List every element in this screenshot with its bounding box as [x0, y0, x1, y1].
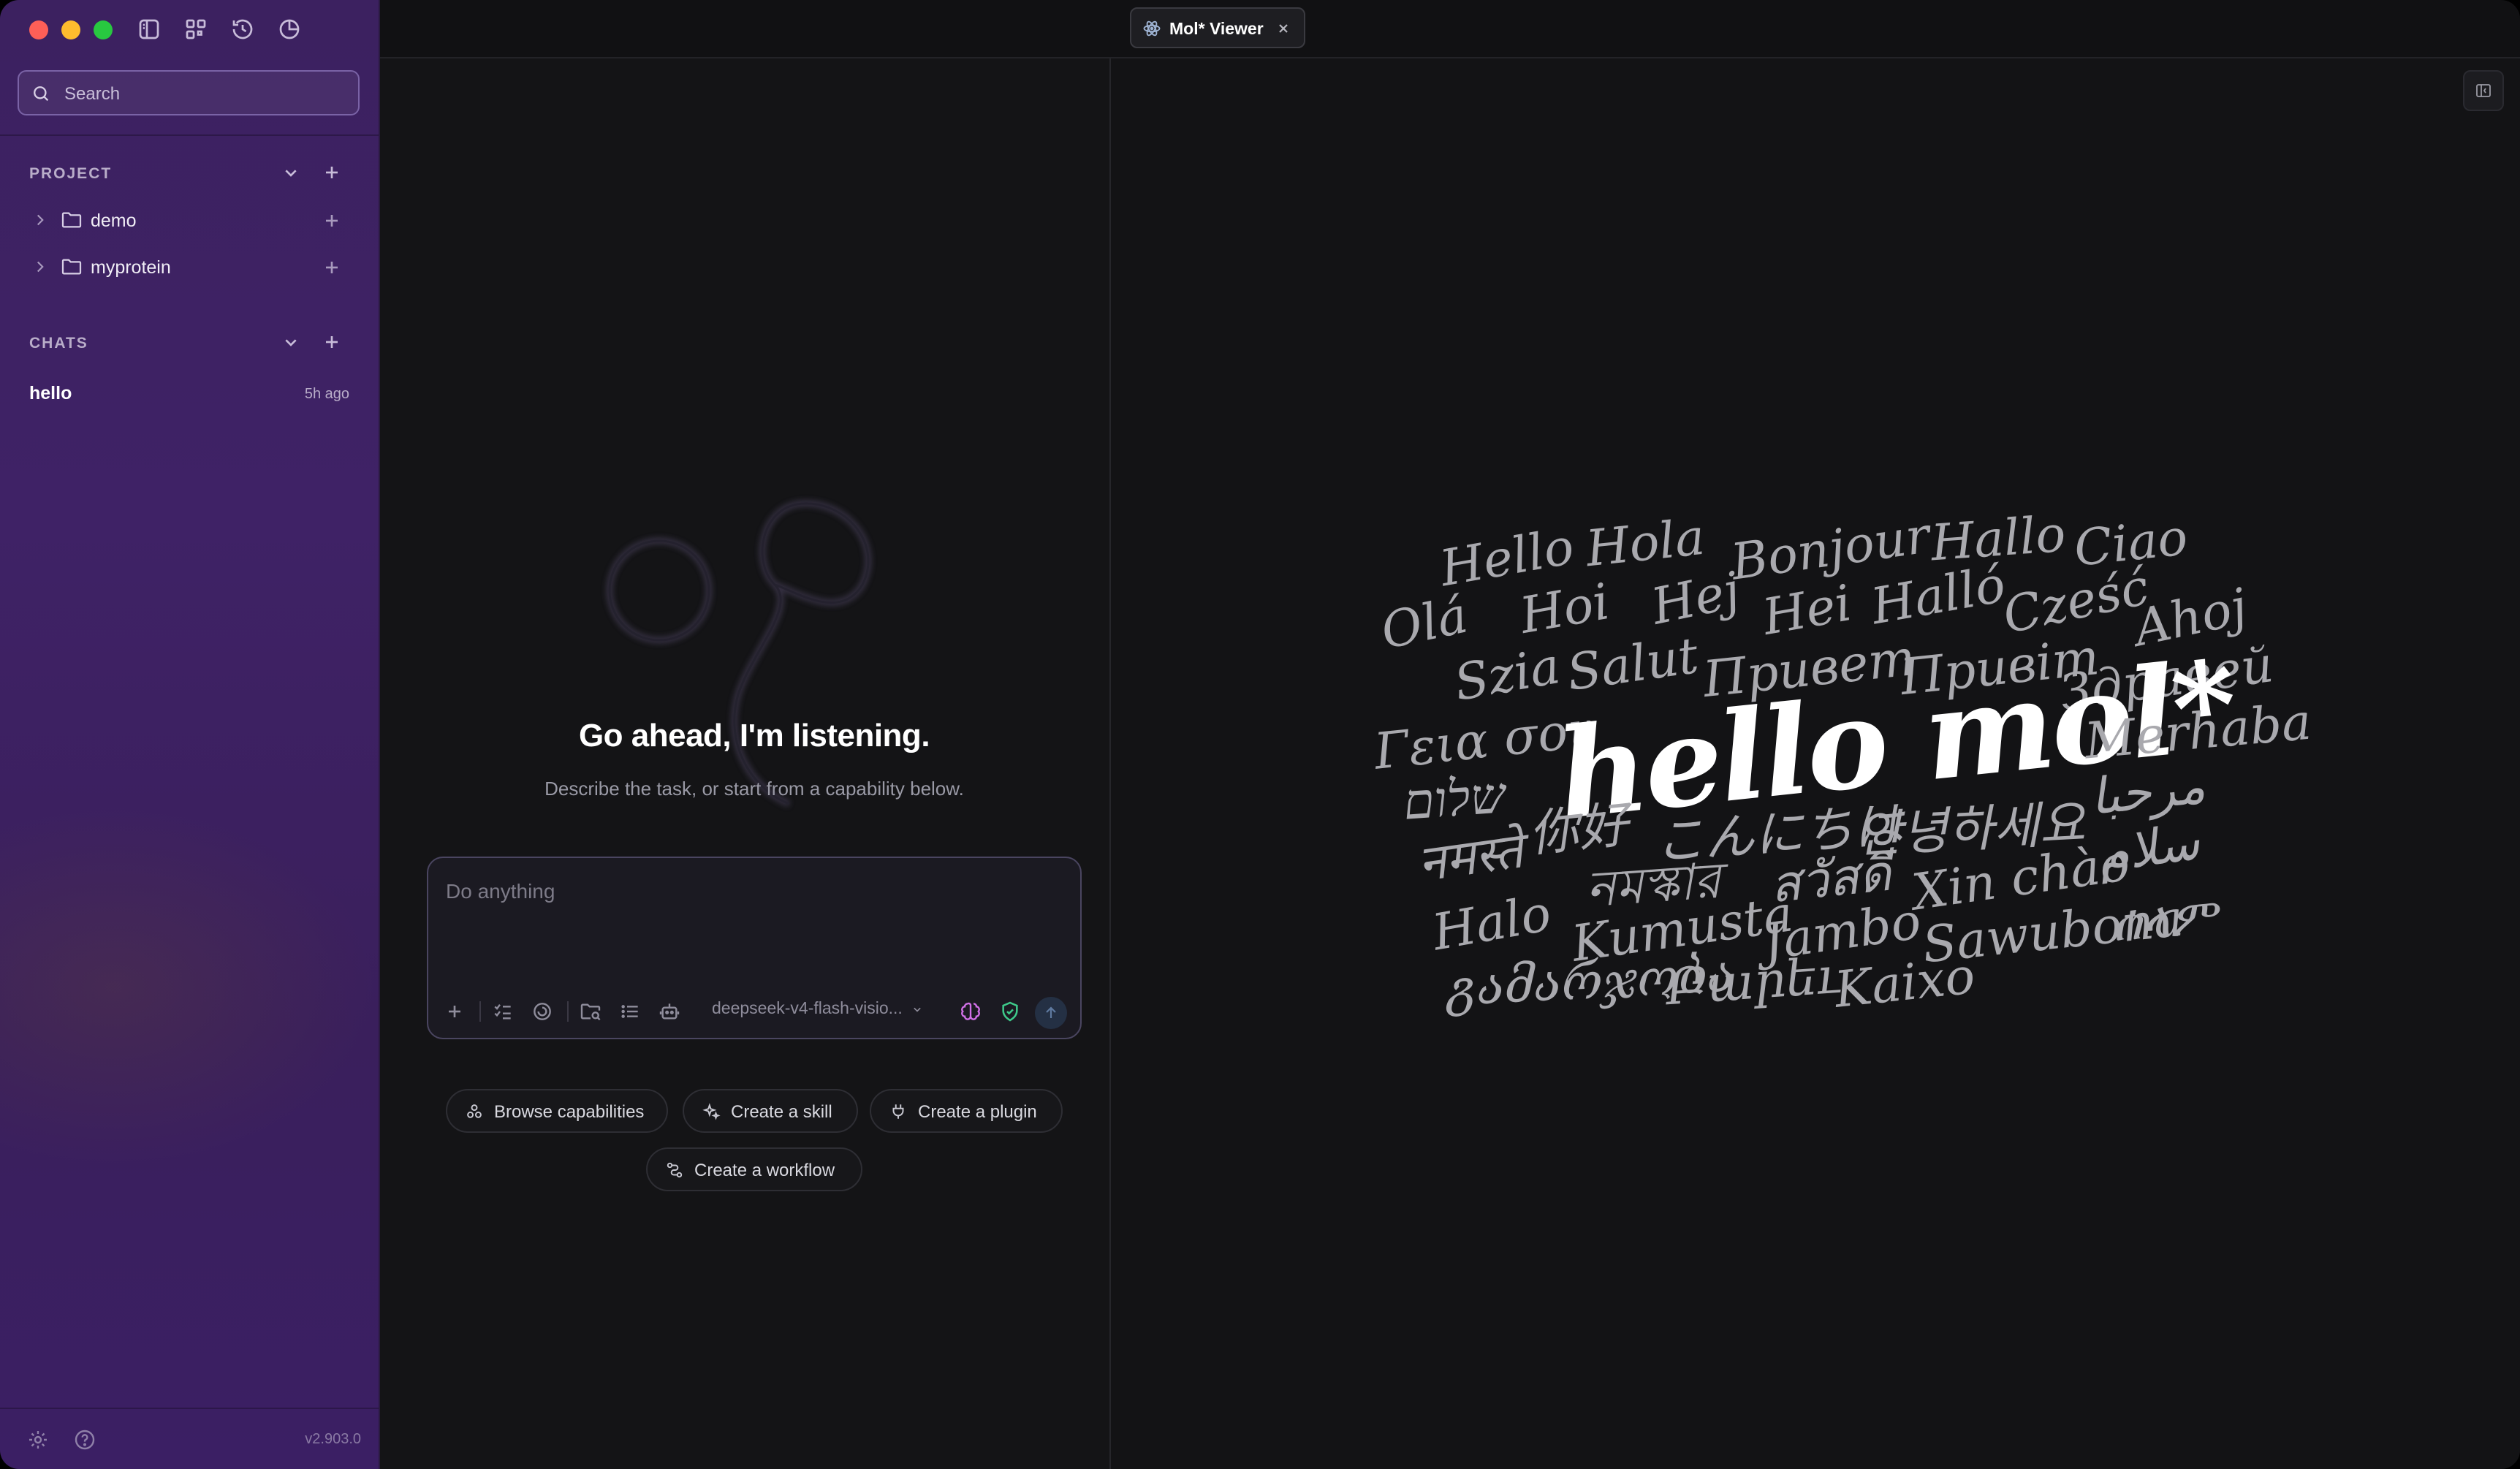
plus-icon[interactable] — [320, 209, 344, 232]
sidebar-toggle-icon[interactable] — [136, 16, 162, 42]
workflow-icon — [667, 1162, 683, 1178]
prompt-input[interactable] — [444, 878, 1061, 947]
chat-item-hello[interactable]: hello 5h ago — [0, 377, 379, 409]
chip-label: Create a plugin — [918, 1102, 1037, 1122]
greeting-word: Hoi — [1515, 573, 1614, 646]
brain-icon[interactable] — [959, 1000, 982, 1023]
composer-separator — [479, 1001, 481, 1022]
send-button[interactable] — [1035, 997, 1067, 1029]
chip-label: Browse capabilities — [494, 1102, 645, 1122]
sidebar-footer-divider — [0, 1408, 379, 1409]
folder-icon — [61, 259, 82, 275]
create-plugin-button[interactable]: Create a plugin — [870, 1089, 1063, 1133]
chevron-down-icon[interactable] — [279, 161, 303, 184]
robot-icon[interactable] — [658, 1000, 681, 1023]
grid-icon[interactable] — [183, 16, 209, 42]
project-item-label: myprotein — [91, 257, 171, 278]
chat-hero-subtitle: Describe the task, or start from a capab… — [544, 778, 964, 800]
chats-section-title: CHATS — [29, 335, 88, 352]
greeting-word: Halo — [1428, 884, 1556, 963]
chevron-down-icon — [914, 1007, 921, 1012]
minimize-window-button[interactable] — [61, 20, 80, 39]
greeting-word: Szia — [1450, 637, 1565, 713]
settings-icon[interactable] — [26, 1428, 50, 1451]
greeting-word: Hej — [1647, 561, 1745, 637]
history-icon[interactable] — [229, 16, 256, 42]
panel-icon — [2476, 84, 2491, 97]
arrow-up-icon — [1046, 1006, 1056, 1018]
project-item-myprotein[interactable]: myprotein — [0, 247, 379, 288]
chip-label: Create a workflow — [694, 1161, 835, 1180]
sidebar-divider — [0, 134, 379, 136]
app-window: PROJECT demo myprotein CHATS hello — [0, 0, 2520, 1469]
greeting-word: 你好 — [1526, 796, 1631, 864]
checklist-icon[interactable] — [491, 1000, 515, 1023]
greeting-word: Բարեւ — [1664, 946, 1843, 1017]
chat-item-time: 5h ago — [304, 386, 349, 402]
chevron-right-icon[interactable] — [31, 257, 50, 276]
browse-capabilities-button[interactable]: Browse capabilities — [446, 1089, 668, 1133]
folder-icon — [61, 212, 82, 228]
tab-label: Mol* Viewer — [1169, 19, 1264, 38]
plus-icon — [326, 167, 338, 178]
close-window-button[interactable] — [29, 20, 48, 39]
plus-icon[interactable] — [320, 256, 344, 279]
close-icon[interactable] — [1275, 20, 1292, 37]
hello-word-cloud: Hello Hola Bonjour Hallo Ciao Olá Hoi He… — [1359, 504, 2314, 1030]
chevron-down-icon[interactable] — [279, 330, 303, 354]
capabilities-icon — [467, 1104, 482, 1118]
help-icon[interactable] — [73, 1428, 96, 1451]
search-icon — [34, 86, 49, 102]
greeting-word: Hei — [1758, 574, 1856, 647]
panel-toggle-button[interactable] — [2463, 70, 2504, 111]
project-section-title: PROJECT — [29, 165, 113, 182]
chip-label: Create a skill — [731, 1102, 832, 1122]
tab-bar: Mol* Viewer — [380, 0, 2520, 58]
sparkle-icon — [702, 1103, 721, 1120]
plug-icon — [892, 1104, 904, 1119]
folder-search-icon[interactable] — [579, 1000, 602, 1023]
greeting-word: Olá — [1375, 586, 1473, 661]
app-version: v2.903.0 — [305, 1431, 361, 1447]
clock-icon[interactable] — [276, 16, 303, 42]
attach-plus-icon[interactable] — [443, 1000, 466, 1023]
create-workflow-button[interactable]: Create a workflow — [646, 1147, 862, 1191]
search-field[interactable] — [18, 70, 360, 115]
chevron-right-icon[interactable] — [31, 210, 50, 229]
greeting-word: שלום — [1401, 767, 1508, 832]
sidebar: PROJECT demo myprotein CHATS hello — [0, 0, 380, 1469]
composer: deepseek-v4-flash-visio... — [427, 857, 1082, 1039]
plus-icon — [326, 336, 338, 348]
create-skill-button[interactable]: Create a skill — [683, 1089, 858, 1133]
spiral-icon[interactable] — [531, 1000, 554, 1023]
search-input[interactable] — [63, 79, 351, 110]
chat-item-name: hello — [29, 383, 72, 403]
greeting-word: Halló — [1867, 555, 2010, 637]
model-select[interactable]: deepseek-v4-flash-visio... — [712, 998, 925, 1025]
new-chat-button[interactable] — [320, 330, 344, 354]
chat-hero-title: Go ahead, I'm listening. — [578, 718, 930, 754]
list-icon[interactable] — [618, 1000, 642, 1023]
greeting-word: Kaixo — [1832, 947, 1978, 1020]
project-item-demo[interactable]: demo — [0, 200, 379, 241]
project-item-label: demo — [91, 210, 137, 231]
add-project-button[interactable] — [320, 161, 344, 184]
tab-mol-viewer[interactable]: Mol* Viewer — [1130, 7, 1305, 48]
app-logo-icon — [606, 500, 872, 808]
atom-icon — [1143, 20, 1161, 37]
greeting-word: ሰላም — [2110, 888, 2219, 953]
shield-check-icon[interactable] — [998, 1000, 1022, 1023]
model-select-label: deepseek-v4-flash-visio... — [712, 998, 903, 1017]
greeting-word: नमस्ते — [1414, 821, 1527, 894]
greeting-word: Hola — [1583, 508, 1708, 579]
composer-separator — [567, 1001, 569, 1022]
maximize-window-button[interactable] — [94, 20, 113, 39]
